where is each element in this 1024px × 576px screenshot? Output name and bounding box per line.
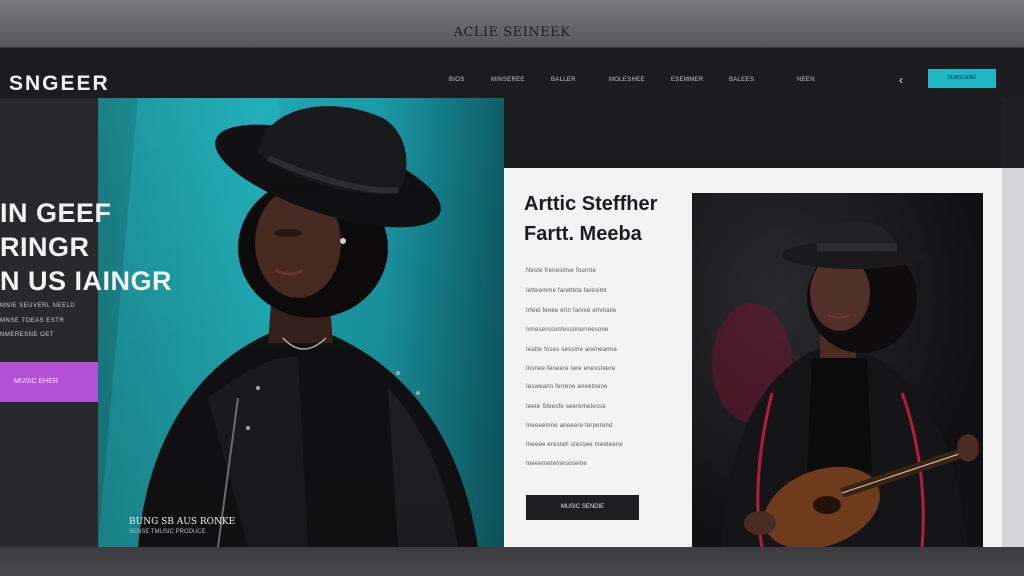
card-text-line: Ietteemme faretteta faresimt <box>526 288 607 294</box>
nav-link-2[interactable]: MINSEREE <box>491 77 525 83</box>
browser-window: ACLIE SEINEEK SNGEER BIOS MINSEREE BALLE… <box>0 0 1024 576</box>
hero-caption-subtitle: SENSE TMUSIC PRODUCE <box>129 529 206 535</box>
card-text-line: Insnee feneere tere enessteere <box>526 366 616 372</box>
card-text-line: Ineeee eresteh stessee meeteene <box>526 442 623 448</box>
card-title-line-1: Arttic Steffher <box>524 193 658 215</box>
hero-subtext-line-1: MNIE SEUVERL NEELD <box>0 303 76 309</box>
hero-photo-shade <box>98 98 504 547</box>
hero-section: IN GEEF RINGR N US IAINGR MNIE SEUVERL N… <box>0 98 1024 547</box>
card-text-line: Ineeemetemesoseine <box>526 461 587 467</box>
card-title-line-2: Fartt. Meeba <box>524 223 642 245</box>
navbar: SNGEER BIOS MINSEREE BALLER MOLESHEE ESE… <box>0 48 1024 98</box>
window-title: ACLIE SEINEEK <box>453 25 571 40</box>
card-text-line: Neste frenesitive fournte <box>526 268 597 274</box>
hero-photo <box>98 98 504 547</box>
music-button[interactable]: MUSIC EHER <box>0 362 98 402</box>
card-text-line: Irfeel fenee erin fannie emmaile <box>526 308 617 314</box>
nav-link-1[interactable]: BIOS <box>449 77 465 83</box>
card-text-line: Ieete Steesfe seeremetesse <box>526 404 606 410</box>
nav-link-7[interactable]: NEEN <box>797 77 815 83</box>
card-text-line: Iesweann ferrene aneetnene <box>526 384 608 390</box>
hero-headline-line-2: RINGR <box>0 232 90 262</box>
window-titlebar: ACLIE SEINEEK <box>0 0 1024 48</box>
nav-link-4[interactable]: MOLESHEE <box>609 77 645 83</box>
hero-headline-line-1: IN GEEF <box>0 198 112 228</box>
right-edge-strip <box>1002 168 1024 547</box>
right-strip-top <box>1002 98 1024 168</box>
brand-logo[interactable]: SNGEER <box>9 72 110 96</box>
chevron-left-icon[interactable]: ‹ <box>899 73 903 87</box>
artist-card: Arttic Steffher Fartt. Meeba Neste frene… <box>504 168 1002 547</box>
hero-headline-line-3: N US IAINGR <box>0 266 173 296</box>
window-bottom-bar <box>0 547 1024 576</box>
music-send-button[interactable]: MUSIC SENDIE <box>526 495 639 520</box>
nav-link-5[interactable]: ESEMMER <box>671 77 703 83</box>
card-text-line: Ineeeemne aneeere terperend <box>526 423 613 429</box>
hero-subtext-line-2: MNSE TOEAS ESTR <box>0 318 65 324</box>
guitarist-photo <box>692 193 983 547</box>
subscribe-button[interactable]: SUBSCRIBE <box>928 69 996 88</box>
nav-link-3[interactable]: BALLER <box>551 77 576 83</box>
nav-link-6[interactable]: BALEES <box>729 77 754 83</box>
card-text-line: Ieatte foses sessme aneneanna <box>526 347 617 353</box>
card-text-line: Inneserssonfessnnerreesone <box>526 327 609 333</box>
hero-caption-title: BUNG SB AUS RONKE <box>129 517 236 527</box>
website: SNGEER BIOS MINSEREE BALLER MOLESHEE ESE… <box>0 48 1024 547</box>
hero-subtext-line-3: NMERESNE OET <box>0 332 55 338</box>
guitarist-illustration <box>712 220 979 547</box>
